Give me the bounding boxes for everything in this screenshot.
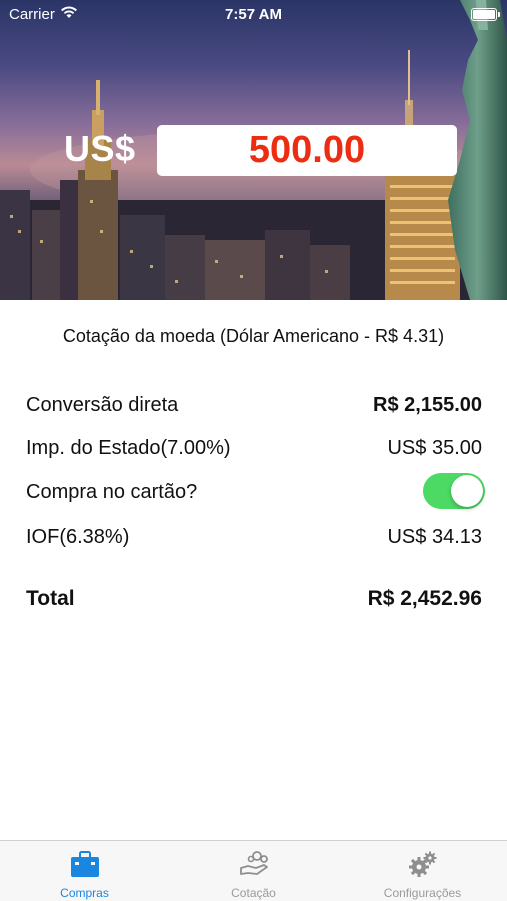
amount-input[interactable] xyxy=(157,125,457,176)
state-tax-value: US$ 35.00 xyxy=(387,437,482,459)
card-purchase-label: Compra no cartão? xyxy=(26,481,198,503)
tab-configuracoes-label: Configurações xyxy=(383,886,462,900)
tab-compras[interactable]: Compras xyxy=(0,841,169,901)
total-label: Total xyxy=(26,587,75,610)
card-purchase-toggle[interactable] xyxy=(423,473,485,509)
tab-configuracoes[interactable]: Configurações xyxy=(338,841,507,901)
direct-conversion-row: Conversão direta R$ 2,155.00 xyxy=(26,390,482,420)
iof-value: US$ 34.13 xyxy=(387,526,482,548)
total-row: Total R$ 2,452.96 xyxy=(26,583,482,613)
direct-conversion-label: Conversão direta xyxy=(26,394,179,416)
total-value: R$ 2,452.96 xyxy=(367,587,482,610)
direct-conversion-value: R$ 2,155.00 xyxy=(373,394,482,416)
tab-cotacao-label: Cotação xyxy=(231,886,276,900)
briefcase-icon xyxy=(70,850,100,883)
card-purchase-row: Compra no cartão? xyxy=(26,473,485,509)
iof-label: IOF(6.38%) xyxy=(26,526,130,548)
state-tax-row: Imp. do Estado(7.00%) US$ 35.00 xyxy=(26,433,482,463)
clock: 7:57 AM xyxy=(225,6,282,23)
toggle-knob xyxy=(451,475,483,507)
status-bar: Carrier 7:57 AM xyxy=(0,0,507,28)
gears-icon xyxy=(408,850,438,883)
tab-bar: Compras Cotação Configurações xyxy=(0,840,507,901)
battery-icon xyxy=(471,8,500,21)
tab-cotacao[interactable]: Cotação xyxy=(169,841,338,901)
header-image: Carrier 7:57 AM US$ xyxy=(0,0,507,300)
iof-row: IOF(6.38%) US$ 34.13 xyxy=(26,522,482,552)
exchange-rate-text: Cotação da moeda (Dólar Americano - R$ 4… xyxy=(62,326,445,346)
money-hand-icon xyxy=(239,850,269,883)
currency-label: US$ xyxy=(64,128,136,169)
state-tax-label: Imp. do Estado(7.00%) xyxy=(26,437,231,459)
tab-compras-label: Compras xyxy=(60,886,109,900)
